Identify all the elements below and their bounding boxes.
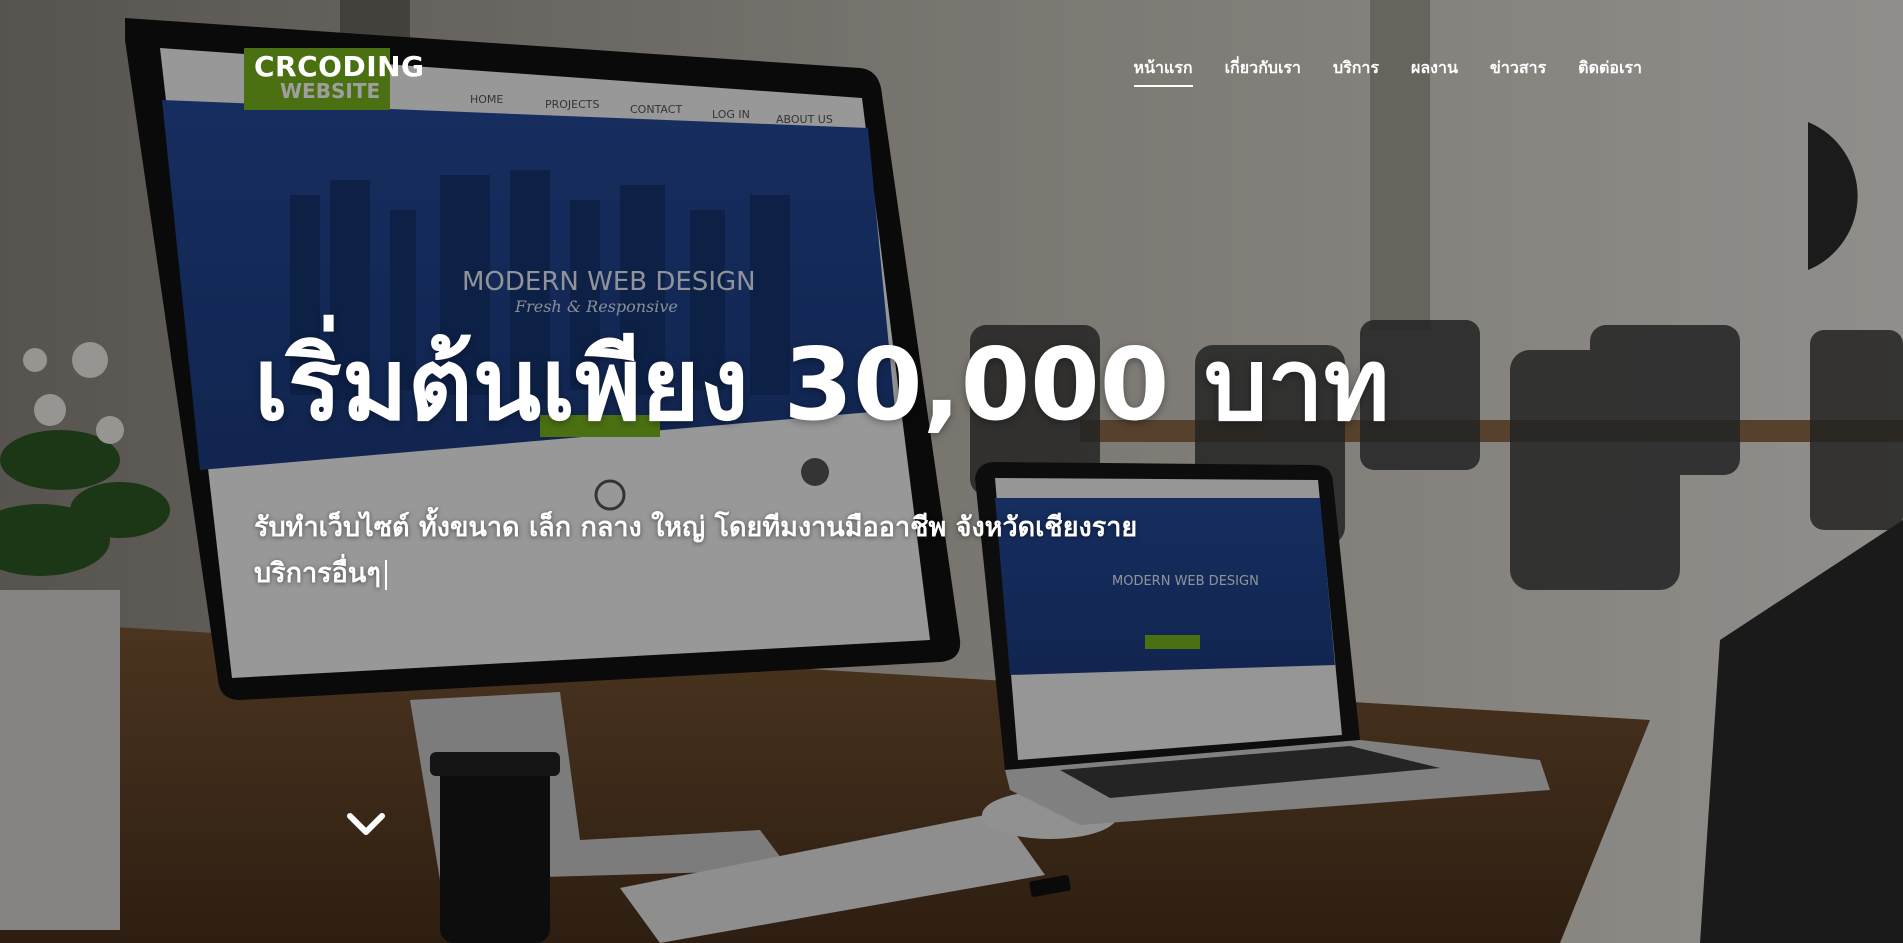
dark-overlay <box>0 0 1903 943</box>
typing-cursor <box>384 559 387 590</box>
chevron-down-icon <box>347 813 385 835</box>
hero-typed-line: บริการอื่นๆ <box>254 551 1254 597</box>
nav-item-portfolio[interactable]: ผลงาน <box>1411 56 1458 87</box>
nav-item-services[interactable]: บริการ <box>1333 56 1379 87</box>
nav-item-home[interactable]: หน้าแรก <box>1133 56 1193 87</box>
nav-item-contact[interactable]: ติดต่อเรา <box>1578 56 1642 87</box>
site-logo[interactable]: CRCODING <box>254 50 425 83</box>
nav-item-news[interactable]: ข่าวสาร <box>1490 56 1546 87</box>
nav-item-about[interactable]: เกี่ยวกับเรา <box>1225 56 1301 87</box>
hero-section: WEBSITE HOME PROJECTS CONTACT LOG IN ABO… <box>0 0 1903 943</box>
scroll-down-button[interactable] <box>344 802 388 846</box>
hero-headline: เริ่มต้นเพียง 30,000 บาท <box>254 326 1390 443</box>
hero-subline: รับทำเว็บไซต์ ทั้งขนาด เล็ก กลาง ใหญ่ โด… <box>254 505 1254 597</box>
hero-typed-text: บริการอื่นๆ <box>254 558 381 589</box>
hero-subline-text: รับทำเว็บไซต์ ทั้งขนาด เล็ก กลาง ใหญ่ โด… <box>254 512 1138 543</box>
main-nav: หน้าแรก เกี่ยวกับเรา บริการ ผลงาน ข่าวสา… <box>1133 56 1642 87</box>
